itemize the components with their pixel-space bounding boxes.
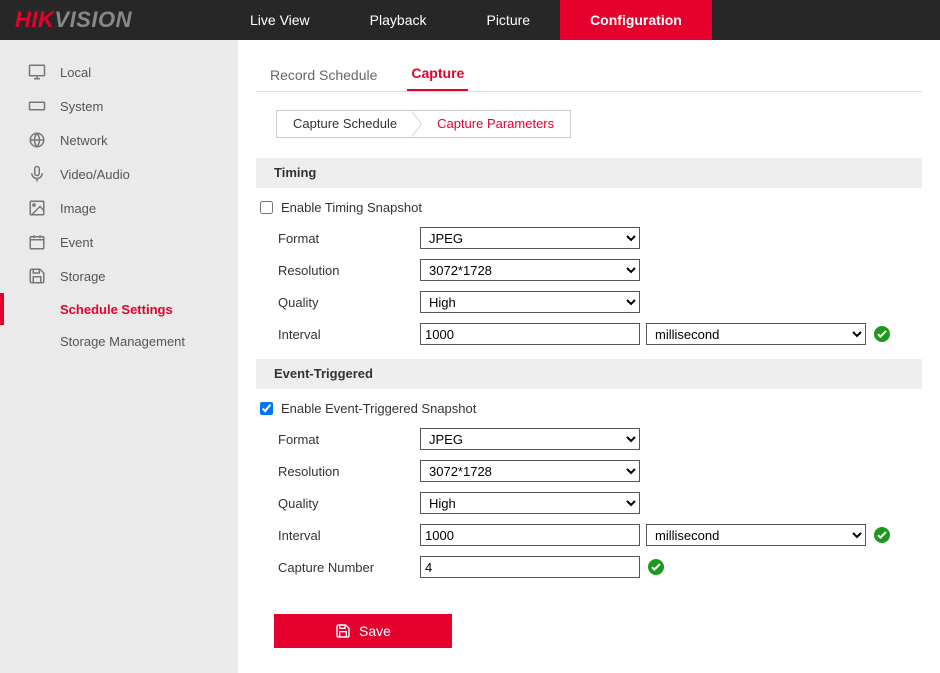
enable-timing-snapshot-checkbox[interactable] bbox=[260, 201, 273, 214]
globe-icon bbox=[28, 131, 46, 149]
timing-interval-input[interactable] bbox=[420, 323, 640, 345]
subtab-capture-schedule[interactable]: Capture Schedule bbox=[277, 111, 413, 137]
event-capnum-input[interactable] bbox=[420, 556, 640, 578]
tab-record-schedule[interactable]: Record Schedule bbox=[266, 57, 381, 91]
event-format-select[interactable]: JPEG bbox=[420, 428, 640, 450]
sidebar-item-network[interactable]: Network bbox=[0, 123, 238, 157]
sidebar-label: Event bbox=[60, 235, 93, 250]
logo-hik: HIK bbox=[15, 7, 54, 32]
enable-event-label: Enable Event-Triggered Snapshot bbox=[281, 401, 476, 416]
mic-icon bbox=[28, 165, 46, 183]
sidebar-item-storage[interactable]: Storage bbox=[0, 259, 238, 293]
section-header-timing: Timing bbox=[256, 158, 922, 188]
primary-tabs: Record Schedule Capture bbox=[256, 50, 922, 92]
sidebar-item-system[interactable]: System bbox=[0, 89, 238, 123]
event-quality-select[interactable]: High bbox=[420, 492, 640, 514]
save-button-label: Save bbox=[359, 623, 391, 639]
monitor-icon bbox=[28, 63, 46, 81]
timing-interval-label: Interval bbox=[278, 327, 420, 342]
sidebar-label: Video/Audio bbox=[60, 167, 130, 182]
top-nav: Live View Playback Picture Configuration bbox=[220, 0, 712, 40]
nav-live-view[interactable]: Live View bbox=[220, 0, 340, 40]
sidebar-item-video-audio[interactable]: Video/Audio bbox=[0, 157, 238, 191]
top-bar: HIKVISION Live View Playback Picture Con… bbox=[0, 0, 940, 40]
sidebar: Local System Network Video/Audio Image E… bbox=[0, 40, 238, 673]
event-interval-input[interactable] bbox=[420, 524, 640, 546]
timing-interval-unit-select[interactable]: millisecond bbox=[646, 323, 866, 345]
nav-configuration[interactable]: Configuration bbox=[560, 0, 712, 40]
logo: HIKVISION bbox=[0, 0, 220, 40]
tab-capture[interactable]: Capture bbox=[407, 55, 468, 91]
event-resolution-select[interactable]: 3072*1728 bbox=[420, 460, 640, 482]
event-format-label: Format bbox=[278, 432, 420, 447]
sidebar-item-local[interactable]: Local bbox=[0, 55, 238, 89]
subtab-capture-parameters[interactable]: Capture Parameters bbox=[413, 111, 570, 137]
calendar-icon bbox=[28, 233, 46, 251]
event-interval-label: Interval bbox=[278, 528, 420, 543]
sidebar-label: Local bbox=[60, 65, 91, 80]
timing-resolution-select[interactable]: 3072*1728 bbox=[420, 259, 640, 281]
sidebar-label: Image bbox=[60, 201, 96, 216]
sidebar-label: Network bbox=[60, 133, 108, 148]
sidebar-label: Schedule Settings bbox=[60, 302, 173, 317]
logo-vision: VISION bbox=[54, 7, 132, 32]
sub-tabs: Capture Schedule Capture Parameters bbox=[276, 110, 571, 138]
event-quality-label: Quality bbox=[278, 496, 420, 511]
sidebar-label: Storage Management bbox=[60, 334, 185, 349]
save-icon bbox=[28, 267, 46, 285]
event-interval-unit-select[interactable]: millisecond bbox=[646, 524, 866, 546]
timing-format-select[interactable]: JPEG bbox=[420, 227, 640, 249]
nav-playback[interactable]: Playback bbox=[340, 0, 457, 40]
save-button[interactable]: Save bbox=[274, 614, 452, 648]
sidebar-label: System bbox=[60, 99, 103, 114]
timing-quality-label: Quality bbox=[278, 295, 420, 310]
enable-event-snapshot-checkbox[interactable] bbox=[260, 402, 273, 415]
sidebar-sub-schedule-settings[interactable]: Schedule Settings bbox=[0, 293, 238, 325]
check-ok-icon bbox=[648, 559, 664, 575]
image-icon bbox=[28, 199, 46, 217]
sidebar-label: Storage bbox=[60, 269, 106, 284]
timing-resolution-label: Resolution bbox=[278, 263, 420, 278]
timing-quality-select[interactable]: High bbox=[420, 291, 640, 313]
section-header-event: Event-Triggered bbox=[256, 359, 922, 389]
save-icon bbox=[335, 623, 351, 639]
timing-format-label: Format bbox=[278, 231, 420, 246]
sidebar-item-image[interactable]: Image bbox=[0, 191, 238, 225]
event-capnum-label: Capture Number bbox=[278, 560, 420, 575]
event-resolution-label: Resolution bbox=[278, 464, 420, 479]
sidebar-sub-storage-management[interactable]: Storage Management bbox=[0, 325, 238, 357]
nav-picture[interactable]: Picture bbox=[456, 0, 560, 40]
check-ok-icon bbox=[874, 326, 890, 342]
check-ok-icon bbox=[874, 527, 890, 543]
system-icon bbox=[28, 97, 46, 115]
main-panel: Record Schedule Capture Capture Schedule… bbox=[238, 40, 940, 673]
sidebar-item-event[interactable]: Event bbox=[0, 225, 238, 259]
enable-timing-label: Enable Timing Snapshot bbox=[281, 200, 422, 215]
